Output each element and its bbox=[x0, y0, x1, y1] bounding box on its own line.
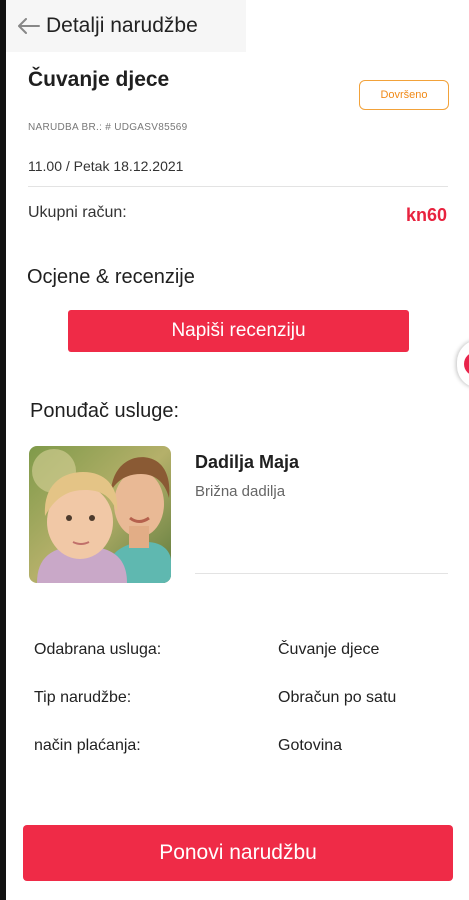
provider-name: Dadilja Maja bbox=[195, 452, 300, 472]
detail-value-payment: Gotovina bbox=[278, 737, 343, 754]
detail-label-payment: način plaćanja: bbox=[34, 737, 141, 754]
detail-label-service: Odabrana usluga: bbox=[34, 641, 162, 658]
detail-label-order-type: Tip narudžbe: bbox=[34, 689, 132, 706]
service-title: Čuvanje djece bbox=[28, 68, 170, 91]
app-header: Detalji narudžbe bbox=[6, 0, 246, 52]
provider-photo bbox=[29, 446, 171, 583]
order-number: NARUDBA BR.: # UDGASV85569 bbox=[28, 122, 188, 133]
order-datetime: 11.00 / Petak 18.12.2021 bbox=[28, 158, 184, 174]
divider bbox=[28, 186, 448, 187]
repeat-order-button[interactable]: Ponovi narudžbu bbox=[23, 825, 453, 881]
detail-value-order-type: Obračun po satu bbox=[278, 689, 397, 706]
page-title: Detalji narudžbe bbox=[46, 14, 198, 37]
provider-role: Brižna dadilja bbox=[195, 483, 286, 500]
side-floating-tab[interactable] bbox=[457, 340, 469, 388]
provider-section-title: Ponuđač usluge: bbox=[30, 400, 180, 422]
arrow-left-icon[interactable] bbox=[18, 16, 40, 36]
total-value: kn60 bbox=[405, 205, 447, 225]
reviews-section-title: Ocjene & recenzije bbox=[27, 266, 195, 288]
total-label: Ukupni račun: bbox=[28, 204, 127, 221]
write-review-button[interactable]: Napiši recenziju bbox=[68, 310, 409, 352]
order-summary-card: Čuvanje djece Dovršeno NARUDBA BR.: # UD… bbox=[6, 52, 469, 238]
divider bbox=[195, 573, 448, 574]
detail-value-service: Čuvanje djece bbox=[278, 641, 380, 658]
status-badge: Dovršeno bbox=[359, 80, 449, 110]
